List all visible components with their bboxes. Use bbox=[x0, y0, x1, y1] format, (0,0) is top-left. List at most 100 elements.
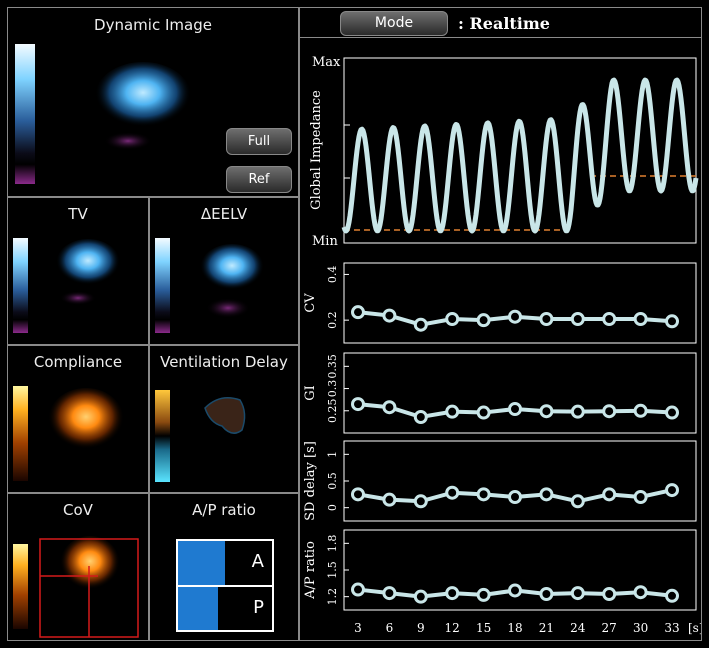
cv-point bbox=[633, 312, 648, 326]
x-tick-label: 24 bbox=[570, 621, 586, 635]
color-scale-bar bbox=[155, 390, 170, 482]
impedance-ylabel: Global Impedance bbox=[309, 90, 324, 210]
tv-title: TV bbox=[68, 205, 88, 223]
x-tick-label: 21 bbox=[539, 621, 554, 635]
tv-image bbox=[13, 238, 120, 333]
blue-lung-region bbox=[56, 239, 120, 287]
ap-ratio-point bbox=[413, 589, 428, 604]
gi-plot-frame bbox=[343, 352, 697, 434]
deelv-image bbox=[155, 238, 264, 333]
ap-ratio-title: A/P ratio bbox=[192, 501, 256, 519]
cv-point bbox=[445, 312, 460, 326]
cv-plot-frame bbox=[343, 262, 697, 344]
ventilation-delay-image bbox=[155, 390, 246, 482]
y-tick-label: 0.5 bbox=[326, 472, 339, 490]
x-tick-label: 33 bbox=[664, 621, 679, 635]
x-tick-label: 3 bbox=[354, 621, 362, 635]
x-tick-label: 9 bbox=[417, 621, 425, 635]
color-scale-bar bbox=[13, 386, 28, 481]
cv-point bbox=[570, 312, 585, 326]
ap-ratio-point bbox=[508, 583, 522, 598]
right-panel: Mode : Realtime Max Min Global Impedance… bbox=[299, 7, 702, 641]
y-tick-label: 1.5 bbox=[326, 561, 339, 579]
deelv-title: ΔEELV bbox=[200, 205, 248, 223]
y-tick-label: 1 bbox=[326, 451, 339, 458]
gi-point bbox=[665, 405, 679, 420]
y-tick-label: 0.4 bbox=[326, 266, 339, 284]
sd-delay-ylabel: SD delay [s] bbox=[303, 441, 318, 521]
ventilation-delay-title: Ventilation Delay bbox=[160, 353, 288, 371]
sd-delay-point bbox=[476, 487, 491, 502]
gi-point bbox=[508, 402, 522, 416]
y-tick-label: 0 bbox=[326, 504, 339, 511]
y-tick-label: 1.8 bbox=[326, 535, 339, 553]
sd-delay-point bbox=[413, 494, 428, 509]
gi-point bbox=[413, 410, 428, 424]
color-scale-bar bbox=[155, 238, 170, 333]
compliance-image bbox=[13, 386, 124, 481]
ap-ratio-point bbox=[382, 586, 397, 601]
gi-point bbox=[570, 404, 585, 419]
sd-delay-point bbox=[445, 485, 460, 500]
ap-ratio-point bbox=[539, 587, 554, 601]
anterior-bar bbox=[178, 541, 225, 585]
purple-lung-region bbox=[104, 132, 152, 150]
cov-panel: CoV bbox=[7, 493, 149, 641]
cv-point bbox=[539, 312, 554, 326]
impedance-ymax-label: Max bbox=[312, 55, 341, 70]
color-scale-bar bbox=[13, 544, 28, 629]
posterior-bar bbox=[178, 587, 219, 630]
sd-delay-point bbox=[351, 487, 365, 502]
gi-point bbox=[602, 404, 617, 419]
dynamic-image-title: Dynamic Image bbox=[94, 16, 212, 34]
anterior-label: A bbox=[251, 551, 264, 572]
plots-area: Max Min Global Impedance CV0.20.4GI0.250… bbox=[303, 55, 701, 635]
ref-button[interactable]: Ref bbox=[226, 166, 292, 193]
color-scale-bar bbox=[15, 44, 35, 184]
orange-lung-region bbox=[48, 388, 124, 452]
sd-delay-point bbox=[539, 487, 554, 502]
x-tick-label: 12 bbox=[445, 621, 460, 635]
sd-delay-point bbox=[633, 490, 648, 504]
cv-point bbox=[602, 312, 617, 326]
x-tick-label: 15 bbox=[476, 621, 491, 635]
mode-button[interactable]: Mode bbox=[340, 11, 448, 36]
x-tick-label: 27 bbox=[602, 621, 617, 635]
delay-lung-region bbox=[204, 397, 246, 434]
posterior-row: P bbox=[178, 587, 272, 630]
compliance-title: Compliance bbox=[33, 353, 123, 371]
cv-point bbox=[476, 313, 491, 328]
sd-delay-point bbox=[665, 483, 679, 498]
orange-lung-region bbox=[60, 536, 120, 592]
compliance-panel: Compliance bbox=[7, 345, 149, 493]
ap-ratio-point bbox=[665, 588, 679, 603]
color-scale-bar bbox=[13, 238, 28, 333]
anterior-row: A bbox=[178, 541, 272, 587]
x-axis-unit: [s] bbox=[688, 621, 701, 635]
y-tick-label: 0.25 bbox=[326, 399, 339, 424]
purple-lung-region bbox=[60, 291, 96, 305]
gi-point bbox=[476, 405, 491, 420]
purple-lung-region bbox=[206, 298, 250, 318]
gi-point bbox=[382, 400, 397, 415]
dynamic-image-panel: Dynamic Image Full Ref bbox=[7, 7, 299, 197]
mode-status: : Realtime bbox=[458, 14, 550, 33]
gi-point bbox=[633, 403, 648, 418]
gi-ylabel: GI bbox=[303, 385, 318, 401]
posterior-label: P bbox=[253, 597, 264, 618]
y-tick-label: 0.35 bbox=[326, 354, 339, 379]
cov-image bbox=[13, 536, 139, 638]
x-tick-label: 6 bbox=[386, 621, 394, 635]
ap-ratio-point bbox=[570, 586, 585, 601]
blue-lung-region bbox=[95, 62, 191, 130]
gi-point bbox=[445, 404, 460, 419]
ap-ratio-point bbox=[602, 587, 617, 601]
ap-ratio-point bbox=[445, 586, 460, 601]
y-tick-label: 0.2 bbox=[326, 311, 339, 329]
y-tick-label: 0.3 bbox=[326, 380, 339, 398]
sd-delay-point bbox=[382, 492, 397, 507]
impedance-ymin-label: Min bbox=[312, 234, 338, 249]
gi-point bbox=[539, 404, 554, 419]
full-button[interactable]: Full bbox=[226, 128, 292, 155]
ap-ratio-point bbox=[476, 587, 491, 602]
